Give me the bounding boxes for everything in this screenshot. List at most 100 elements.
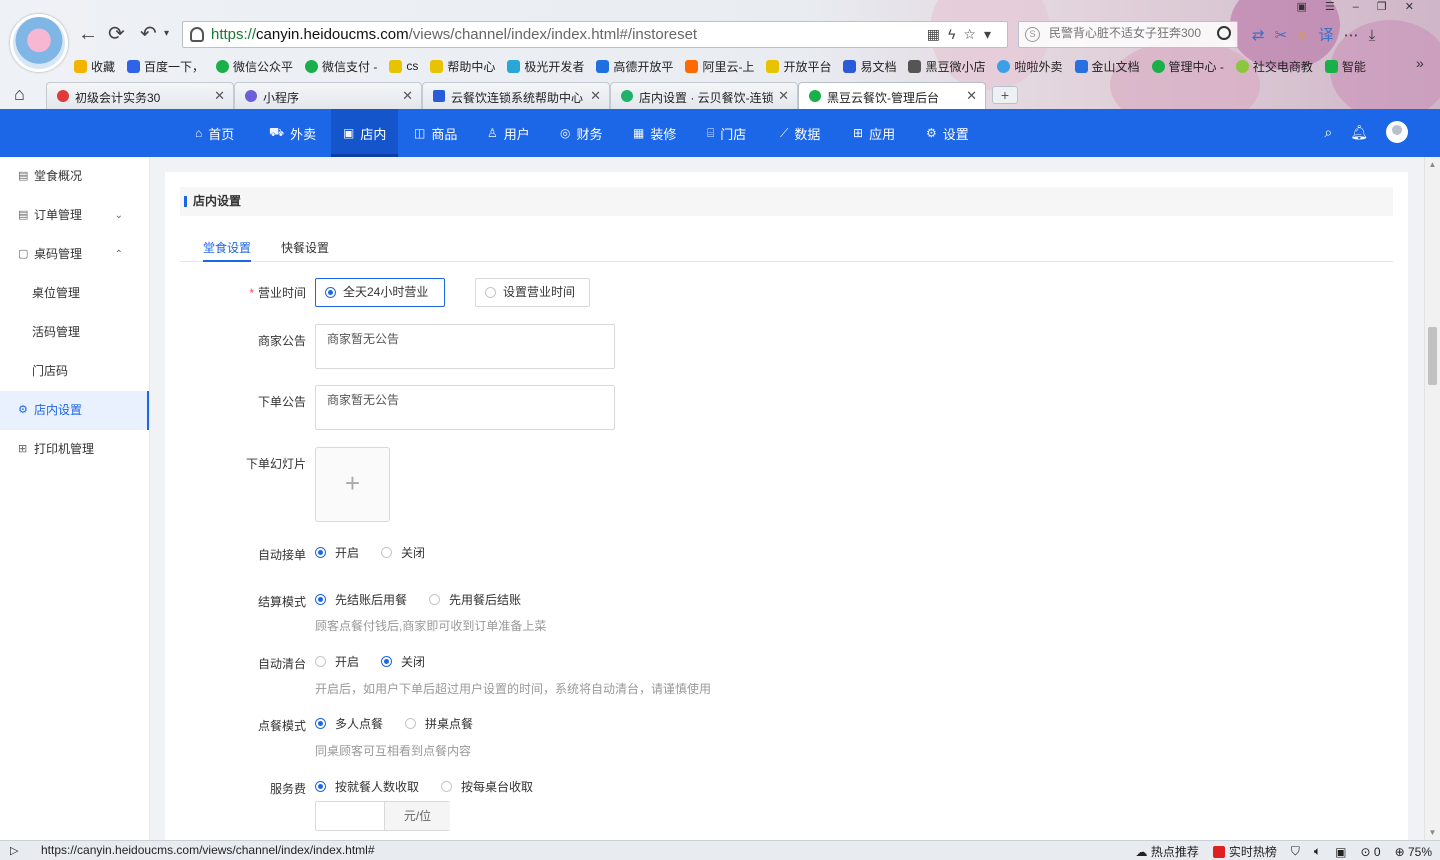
sidebar-item-table-seats[interactable]: 桌位管理	[0, 274, 149, 313]
minimize-icon[interactable]: –	[1353, 1, 1377, 13]
settle-eat-first-radio[interactable]: 先用餐后结账	[429, 593, 521, 607]
qr-code-icon[interactable]: ▦	[927, 26, 948, 42]
settle-pay-first-radio[interactable]: 先结账后用餐	[315, 593, 407, 607]
nav-item-finance[interactable]: ◎ 财务	[560, 109, 603, 157]
service-fee-input[interactable]	[316, 802, 384, 830]
tab-fast-food-settings[interactable]: 快餐设置	[281, 239, 329, 256]
device-icon[interactable]: ▣	[1335, 845, 1346, 859]
more-icon[interactable]: ⋯	[1344, 27, 1369, 44]
lightning-icon[interactable]: ϟ	[948, 26, 963, 42]
order-mode-multi-radio[interactable]: 多人点餐	[315, 717, 383, 731]
scroll-up-icon[interactable]: ▲	[1425, 157, 1440, 172]
bookmark-item[interactable]: 黑豆微小店	[908, 56, 985, 76]
bookmark-item[interactable]: 收藏	[74, 56, 115, 76]
address-bar-tools[interactable]: ▦ϟ☆▾	[927, 26, 999, 43]
download-count[interactable]: ⊙ 0	[1360, 845, 1380, 859]
sidebar-item-table-codes[interactable]: ▢ 桌码管理 ⌃	[0, 235, 149, 274]
tab-dine-in-settings[interactable]: 堂食设置	[203, 239, 252, 262]
bookmark-item[interactable]: 极光开发者	[507, 56, 584, 76]
scissors-icon[interactable]: ✂	[1275, 27, 1298, 44]
service-fee-per-table-radio[interactable]: 按每桌台收取	[441, 780, 533, 794]
close-tab-icon[interactable]: ✕	[966, 88, 977, 104]
browser-tab[interactable]: 初级会计实务30 ✕	[46, 82, 234, 109]
bookmark-item[interactable]: 智能	[1324, 56, 1366, 76]
vertical-scrollbar[interactable]: ▲ ▼	[1424, 157, 1440, 840]
bookmark-item[interactable]: 阿里云-上	[685, 56, 754, 76]
auto-accept-off-radio[interactable]: 关闭	[381, 546, 425, 560]
auto-accept-on-radio[interactable]: 开启	[315, 546, 359, 560]
scroll-down-icon[interactable]: ▼	[1425, 825, 1440, 840]
bookmark-item[interactable]: 高德开放平	[596, 56, 673, 76]
order-mode-share-table-radio[interactable]: 拼桌点餐	[405, 717, 473, 731]
refresh-icon[interactable]: ⟳	[108, 22, 125, 46]
close-tab-icon[interactable]: ✕	[402, 88, 413, 104]
bookmark-item[interactable]: 社交电商教	[1235, 56, 1313, 76]
browser-tab[interactable]: 店内设置 · 云贝餐饮-连锁 ✕	[610, 82, 798, 109]
sidebar-item-dine-overview[interactable]: ▤ 堂食概况	[0, 157, 149, 196]
bookmark-item[interactable]: 帮助中心	[430, 56, 495, 76]
account-avatar[interactable]	[1386, 121, 1408, 143]
zoom-control[interactable]: ⊕ 75%	[1395, 845, 1432, 859]
search-input[interactable]	[1049, 26, 1209, 40]
home-icon[interactable]: ⌂	[14, 84, 25, 105]
chevron-double-right-icon[interactable]: »	[1416, 55, 1424, 71]
nav-item-settings[interactable]: ⚙ 设置	[926, 109, 969, 157]
nav-item-goods[interactable]: ◫ 商品	[414, 109, 457, 157]
key-icon[interactable]: ⚿	[1297, 27, 1318, 44]
bell-icon[interactable]: 🔔︎	[1350, 124, 1368, 141]
nav-item-apps[interactable]: ⊞ 应用	[853, 109, 895, 157]
sidebar-item-orders[interactable]: ▤ 订单管理 ⌄	[0, 196, 149, 235]
user-avatar[interactable]	[10, 14, 68, 72]
bookmark-item[interactable]: 管理中心 -	[1151, 56, 1224, 76]
undo-dropdown-icon[interactable]: ▾	[164, 22, 169, 46]
volume-icon[interactable]: 🔈︎	[1314, 844, 1321, 859]
bookmark-item[interactable]: 开放平台	[766, 56, 831, 76]
close-tab-icon[interactable]: ✕	[214, 88, 225, 104]
browser-tab[interactable]: 云餐饮连锁系统帮助中心 ✕	[422, 82, 610, 109]
nav-item-instore[interactable]: ▣ 店内	[331, 109, 399, 157]
nav-item-users[interactable]: ♙ 用户	[487, 109, 530, 157]
upload-slide-button[interactable]: +	[315, 447, 390, 522]
bookmark-item[interactable]: 啦啦外卖	[997, 56, 1063, 76]
business-hours-24h-option[interactable]: 全天24小时营业	[315, 278, 445, 307]
search-engine-icon[interactable]: S	[1025, 27, 1040, 42]
notice-textarea[interactable]: 商家暂无公告	[315, 324, 615, 369]
auto-clear-off-radio[interactable]: 关闭	[381, 655, 425, 669]
scrollbar-thumb[interactable]	[1428, 327, 1437, 385]
toolbar-extensions[interactable]: ⇄✂⚿译⋯⤓	[1252, 24, 1385, 45]
order-notice-textarea[interactable]: 商家暂无公告	[315, 385, 615, 430]
address-bar[interactable]: https://canyin.heidoucms.com/views/chann…	[182, 21, 1008, 48]
close-tab-icon[interactable]: ✕	[778, 88, 789, 104]
skin-icon[interactable]: ▣	[1297, 1, 1325, 13]
sidebar-item-instore-settings[interactable]: ⚙ 店内设置	[0, 391, 149, 430]
download-icon[interactable]: ⤓	[1369, 27, 1386, 44]
translate-icon[interactable]: ⇄	[1252, 27, 1275, 44]
nav-item-data[interactable]: ⟋ 数据	[780, 109, 820, 157]
star-icon[interactable]: ☆	[963, 26, 984, 42]
close-window-icon[interactable]: ✕	[1405, 1, 1432, 13]
restore-icon[interactable]: ❐	[1377, 1, 1405, 13]
bookmark-item[interactable]: cs	[389, 56, 418, 76]
business-hours-custom-option[interactable]: 设置营业时间	[475, 278, 590, 307]
address-text[interactable]: https://canyin.heidoucms.com/views/chann…	[211, 26, 697, 43]
nav-item-home[interactable]: ⌂ 首页	[195, 109, 234, 157]
search-box[interactable]: S	[1018, 21, 1238, 48]
bookmark-item[interactable]: 微信支付 -	[305, 56, 377, 76]
shield-icon[interactable]: ⛉	[1291, 844, 1300, 859]
bookmark-item[interactable]: 金山文档	[1074, 56, 1140, 76]
nav-item-decorate[interactable]: ▦ 装修	[633, 109, 676, 157]
browser-tab[interactable]: 小程序 ✕	[234, 82, 422, 109]
service-fee-per-person-radio[interactable]: 按就餐人数收取	[315, 780, 419, 794]
sidebar-item-printers[interactable]: ⊞ 打印机管理	[0, 430, 149, 469]
new-tab-button[interactable]: +	[992, 86, 1018, 104]
browser-tab-active[interactable]: 黑豆云餐饮-管理后台 ✕	[798, 82, 986, 109]
window-controls[interactable]: ▣☰–❐✕	[1297, 0, 1433, 13]
bookmark-item[interactable]: 百度一下，	[127, 56, 204, 76]
auto-clear-on-radio[interactable]: 开启	[315, 655, 359, 669]
nav-item-takeout[interactable]: ⛟ 外卖	[269, 109, 316, 157]
sidebar-item-store-code[interactable]: 门店码	[0, 352, 149, 391]
hot-recommend-link[interactable]: ☁ 热点推荐	[1136, 843, 1199, 860]
menu-icon[interactable]: ☰	[1325, 1, 1353, 13]
search-icon[interactable]: ⌕	[1324, 124, 1332, 141]
play-icon[interactable]: ▷	[10, 844, 18, 857]
